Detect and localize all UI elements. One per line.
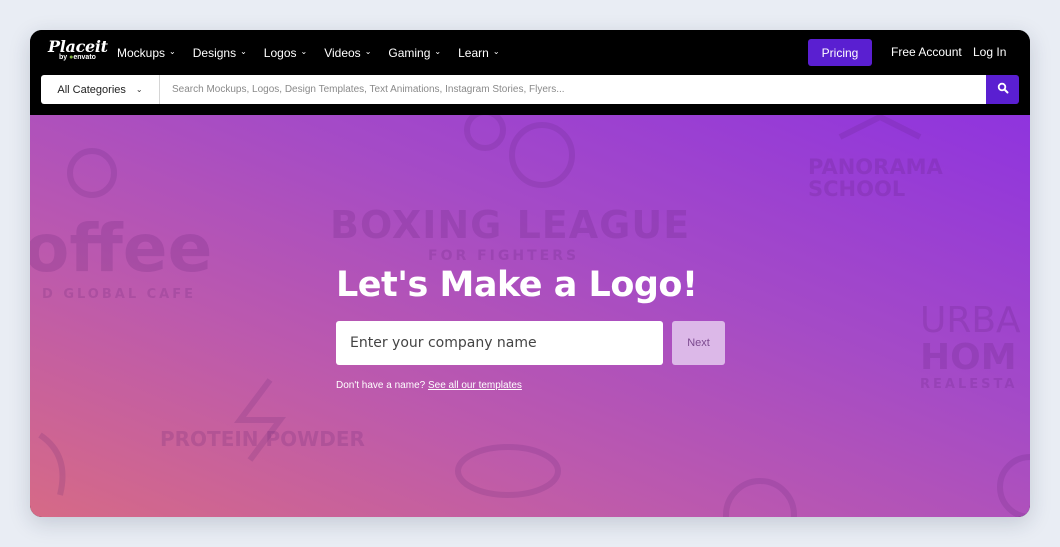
bg-left-arc-shape bbox=[38, 432, 66, 496]
see-all-templates-link[interactable]: See all our templates bbox=[428, 380, 522, 391]
no-name-hint: Don't have a name? See all our templates bbox=[336, 380, 522, 391]
nav-item-mockups[interactable]: Mockups ⌄ bbox=[117, 46, 176, 60]
search-input[interactable] bbox=[160, 75, 986, 104]
top-navigation-bar: Placeit by ●envato Mockups ⌄ Designs ⌄ Log… bbox=[30, 30, 1030, 75]
bg-logo-shapes bbox=[38, 115, 1030, 517]
placeit-logo[interactable]: Placeit by ●envato bbox=[48, 39, 108, 62]
chevron-down-icon: ⌄ bbox=[135, 85, 143, 94]
bg-right-circle-shape bbox=[997, 454, 1030, 517]
nav-item-logos[interactable]: Logos ⌄ bbox=[264, 46, 307, 60]
chevron-down-icon: ⌄ bbox=[300, 47, 308, 56]
nav-item-learn[interactable]: Learn ⌄ bbox=[458, 46, 499, 60]
chevron-down-icon: ⌄ bbox=[240, 47, 247, 56]
bg-circle-shape bbox=[67, 148, 117, 198]
search-bar: All Categories ⌄ bbox=[30, 75, 1030, 115]
main-nav: Mockups ⌄ Designs ⌄ Logos ⌄ Videos ⌄ Gaming ⌄… bbox=[117, 30, 517, 75]
bg-lightning-shape bbox=[234, 378, 286, 462]
chevron-down-icon: ⌄ bbox=[364, 47, 372, 56]
search-button[interactable] bbox=[986, 75, 1019, 104]
chevron-down-icon: ⌄ bbox=[434, 47, 442, 56]
nav-item-videos[interactable]: Videos ⌄ bbox=[324, 46, 371, 60]
hero-title: Let's Make a Logo! bbox=[336, 265, 698, 305]
hint-text: Don't have a name? bbox=[336, 380, 426, 391]
bg-roof-shape bbox=[838, 115, 922, 140]
company-name-input[interactable] bbox=[336, 321, 663, 365]
hero-section: offee D GLOBAL CAFE BOXING LEAGUE FOR FI… bbox=[30, 115, 1030, 517]
chevron-down-icon: ⌄ bbox=[492, 47, 500, 56]
chevron-down-icon: ⌄ bbox=[169, 47, 176, 56]
pricing-button[interactable]: Pricing bbox=[808, 39, 872, 66]
free-account-link[interactable]: Free Account bbox=[891, 45, 962, 59]
category-select-label: All Categories bbox=[57, 83, 126, 96]
browser-window: Placeit by ●envato Mockups ⌄ Designs ⌄ Log… bbox=[30, 30, 1030, 517]
bg-gear-shape bbox=[464, 115, 506, 151]
nav-item-gaming[interactable]: Gaming ⌄ bbox=[388, 46, 441, 60]
search-icon bbox=[997, 81, 1009, 99]
category-select[interactable]: All Categories ⌄ bbox=[41, 75, 160, 104]
login-link[interactable]: Log In bbox=[973, 45, 1006, 59]
bg-shoe-shape bbox=[455, 444, 561, 498]
nav-item-designs[interactable]: Designs ⌄ bbox=[193, 46, 247, 60]
bg-helmet-bottom-shape bbox=[723, 478, 797, 517]
bg-helmet-shape bbox=[509, 122, 575, 188]
next-button[interactable]: Next bbox=[672, 321, 725, 365]
